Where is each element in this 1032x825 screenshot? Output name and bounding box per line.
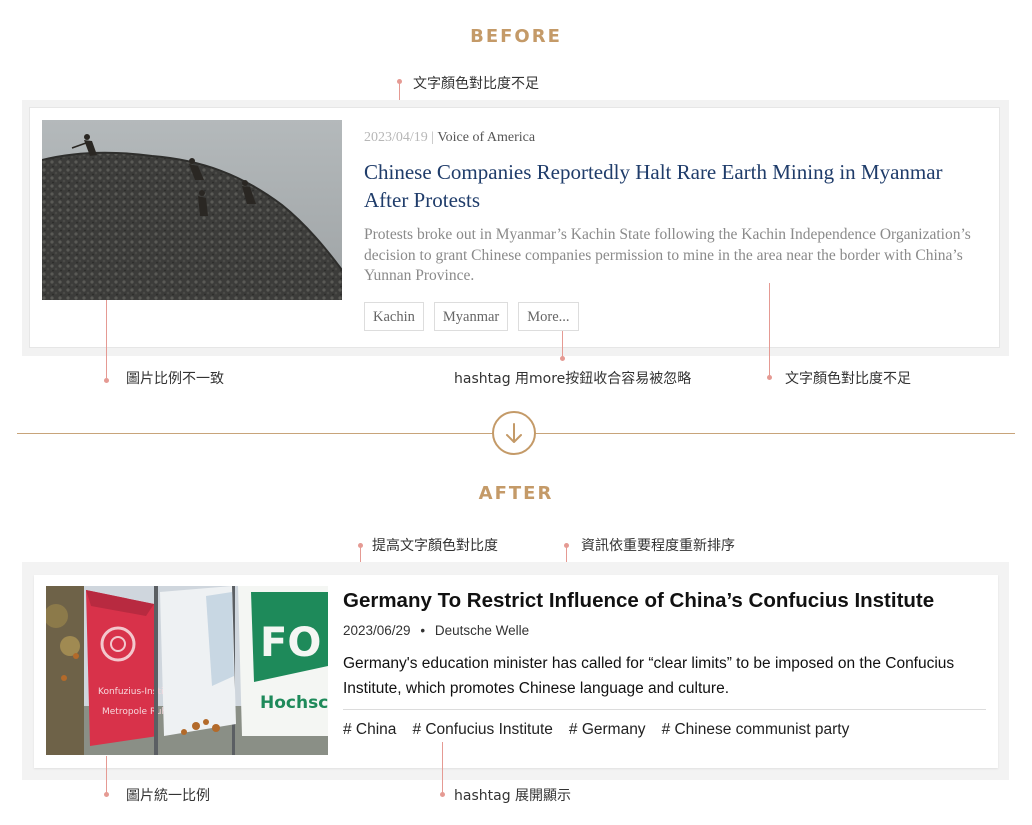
annotation-image-ratio: 圖片比例不一致 (126, 371, 224, 387)
tag-germany[interactable]: # Germany (569, 721, 646, 739)
annotation-dot (440, 792, 445, 797)
annotation-dot (560, 356, 565, 361)
tag-myanmar[interactable]: Myanmar (433, 302, 509, 331)
tag-china[interactable]: # China (343, 721, 396, 739)
after-article-image[interactable]: Konfuzius-Institut Metropole Ruhr FO Hoc… (46, 586, 328, 755)
annotation-text-contrast-top: 文字顏色對比度不足 (413, 76, 539, 92)
annotation-improve-contrast: 提高文字顏色對比度 (372, 538, 498, 554)
annotation-line (769, 283, 770, 376)
before-tag-list: Kachin Myanmar More... (364, 302, 579, 331)
arrow-down-icon (492, 411, 536, 455)
annotation-text-contrast-right: 文字顏色對比度不足 (785, 371, 911, 387)
annotation-hashtag-more: hashtag 用more按鈕收合容易被忽略 (454, 371, 692, 387)
red-flag-text-2: Metropole Ruhr (102, 707, 171, 717)
after-article-meta: 2023/06/29 • Deutsche Welle (343, 623, 529, 638)
green-flag-text-1: FO (260, 620, 321, 666)
after-tag-list: # China # Confucius Institute # Germany … (343, 721, 849, 739)
before-article-image[interactable] (42, 120, 342, 300)
after-article-date: 2023/06/29 (343, 623, 411, 638)
after-article-source[interactable]: Deutsche Welle (435, 623, 529, 638)
tag-confucius-institute[interactable]: # Confucius Institute (412, 721, 552, 739)
tag-kachin[interactable]: Kachin (364, 302, 424, 331)
annotation-line (106, 756, 107, 794)
meta-separator: | (431, 130, 435, 145)
annotation-reorder: 資訊依重要程度重新排序 (581, 538, 735, 554)
annotation-dot (104, 792, 109, 797)
before-article-title[interactable]: Chinese Companies Reportedly Halt Rare E… (364, 158, 964, 214)
tag-more-button[interactable]: More... (518, 302, 579, 331)
annotation-line (442, 742, 443, 794)
after-tags-divider (343, 709, 986, 710)
before-article-meta: 2023/04/19 | Voice of America (364, 130, 535, 146)
after-heading: AFTER (478, 483, 554, 504)
annotation-dot (104, 378, 109, 383)
before-article-source[interactable]: Voice of America (437, 130, 535, 145)
green-flag-text-2: Hochsc (260, 693, 328, 713)
tag-chinese-communist-party[interactable]: # Chinese communist party (662, 721, 850, 739)
before-heading: BEFORE (470, 26, 562, 47)
annotation-dot (767, 375, 772, 380)
annotation-line (106, 300, 107, 378)
annotation-hashtag-expand: hashtag 展開顯示 (454, 788, 572, 804)
annotation-line (562, 331, 563, 358)
flags-photo: Konfuzius-Institut Metropole Ruhr FO Hoc… (46, 586, 328, 755)
before-article-description: Protests broke out in Myanmar’s Kachin S… (364, 226, 971, 284)
mining-photo (42, 120, 342, 300)
after-article-description: Germany's education minister has called … (343, 655, 955, 697)
before-article-date: 2023/04/19 (364, 130, 428, 145)
meta-bullet: • (420, 623, 426, 638)
annotation-image-ratio-after: 圖片統一比例 (126, 788, 210, 804)
after-article-title[interactable]: Germany To Restrict Influence of China’s… (343, 589, 934, 613)
